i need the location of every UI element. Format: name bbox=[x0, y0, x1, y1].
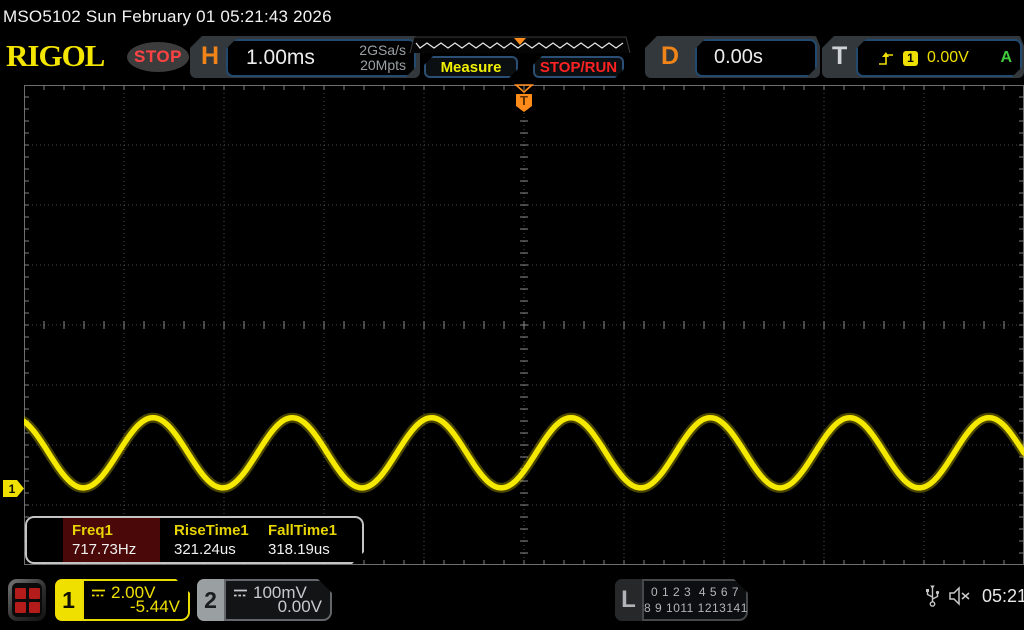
delay-label: D bbox=[661, 42, 680, 70]
graticule-area[interactable] bbox=[19, 85, 1024, 565]
dc-coupling-icon bbox=[233, 588, 248, 598]
waveform-display[interactable] bbox=[19, 85, 1024, 565]
channel1-status[interactable]: 1 2.00V -5.44V bbox=[55, 579, 190, 621]
channel1-tab[interactable]: 1 bbox=[55, 579, 82, 621]
delay-box[interactable]: 0.00s bbox=[695, 39, 817, 77]
usb-icon bbox=[926, 585, 940, 607]
measurement-name: Freq1 bbox=[72, 522, 113, 539]
acquisition-rates: 2GSa/s 20Mpts bbox=[359, 43, 406, 74]
channel2-status[interactable]: 2 100mV 0.00V bbox=[197, 579, 332, 621]
channel2-offset: 0.00V bbox=[277, 597, 322, 616]
trigger-slope-rising-icon bbox=[878, 51, 894, 66]
horizontal-label: H bbox=[201, 42, 220, 70]
measurement-panel: Freq1 717.73Hz RiseTime1 321.24us FallTi… bbox=[25, 516, 364, 564]
trigger-label: T bbox=[832, 42, 848, 70]
measurement-freq1[interactable]: Freq1 717.73Hz bbox=[63, 518, 160, 562]
logic-row-8-15: 8 9 1011 12131415 bbox=[644, 601, 756, 615]
trigger-box[interactable]: 1 0.00V A bbox=[856, 39, 1022, 77]
speaker-muted-icon bbox=[949, 586, 970, 606]
dc-coupling-icon bbox=[91, 588, 106, 598]
logic-row-0-7: 0 1 2 3 4 5 6 7 bbox=[650, 585, 740, 599]
trigger-level-value: 0.00V bbox=[927, 49, 969, 66]
window-title: MSO5102 Sun February 01 05:21:43 2026 bbox=[3, 7, 332, 26]
trigger-mode-auto: A bbox=[1000, 49, 1012, 66]
trigger-settings-box[interactable]: T 1 0.00V A bbox=[822, 36, 1024, 78]
status-tray: 05:21 bbox=[925, 584, 1024, 608]
channel2-tab[interactable]: 2 bbox=[197, 579, 224, 621]
oscilloscope-screen: MSO5102 Sun February 01 05:21:43 2026 RI… bbox=[0, 0, 1024, 630]
logic-tab[interactable]: L bbox=[615, 579, 642, 621]
horizontal-settings-box[interactable]: H 1.00ms 2GSa/s 20Mpts bbox=[190, 36, 420, 78]
title-bar: MSO5102 Sun February 01 05:21:43 2026 bbox=[0, 0, 1024, 34]
logic-channels-status[interactable]: L 0 1 2 3 4 5 6 7 8 9 1011 12131415 bbox=[615, 579, 748, 621]
stop-run-button[interactable]: STOP/RUN bbox=[533, 56, 624, 78]
delay-settings-box[interactable]: D 0.00s bbox=[645, 36, 820, 78]
memory-depth: 20Mpts bbox=[360, 57, 406, 74]
bottom-bar: 1 2.00V -5.44V 2 100mV 0.00V L 0 1 2 3 4… bbox=[0, 576, 1024, 630]
sample-rate: 2GSa/s bbox=[359, 42, 406, 58]
svg-text:T: T bbox=[520, 93, 528, 108]
measure-button[interactable]: Measure bbox=[424, 56, 518, 78]
header-bar: RIGOL STOP H 1.00ms 2GSa/s 20Mpts Measur… bbox=[0, 34, 1024, 80]
channel2-body[interactable]: 100mV 0.00V bbox=[224, 579, 332, 621]
rigol-logo: RIGOL bbox=[6, 38, 105, 73]
grid-icon bbox=[12, 583, 42, 617]
measurement-falltime1[interactable]: FallTime1 318.19us bbox=[259, 518, 359, 562]
measurement-name: RiseTime1 bbox=[174, 522, 249, 539]
svg-text:1: 1 bbox=[9, 482, 16, 496]
run-state-badge: STOP bbox=[127, 42, 189, 72]
measurement-name: FallTime1 bbox=[268, 522, 337, 539]
delay-value: 0.00s bbox=[714, 46, 763, 68]
logic-body[interactable]: 0 1 2 3 4 5 6 7 8 9 1011 12131415 bbox=[642, 579, 748, 621]
timebase-box[interactable]: 1.00ms 2GSa/s 20Mpts bbox=[226, 39, 416, 77]
channel1-offset: -5.44V bbox=[129, 597, 180, 616]
measurement-value: 321.24us bbox=[174, 541, 236, 558]
timebase-value: 1.00ms bbox=[246, 46, 315, 69]
waveform-memory-bar[interactable] bbox=[408, 35, 632, 55]
quick-menu-button[interactable] bbox=[8, 579, 46, 621]
clock: 05:21 bbox=[982, 585, 1024, 606]
measurement-value: 318.19us bbox=[268, 541, 330, 558]
trigger-position-marker[interactable]: T bbox=[513, 83, 535, 113]
measurement-value: 717.73Hz bbox=[72, 541, 137, 558]
trigger-source-badge: 1 bbox=[903, 51, 918, 66]
measurement-risetime1[interactable]: RiseTime1 321.24us bbox=[165, 518, 257, 562]
channel1-body[interactable]: 2.00V -5.44V bbox=[82, 579, 190, 621]
channel1-ground-marker[interactable]: 1 bbox=[3, 480, 25, 497]
